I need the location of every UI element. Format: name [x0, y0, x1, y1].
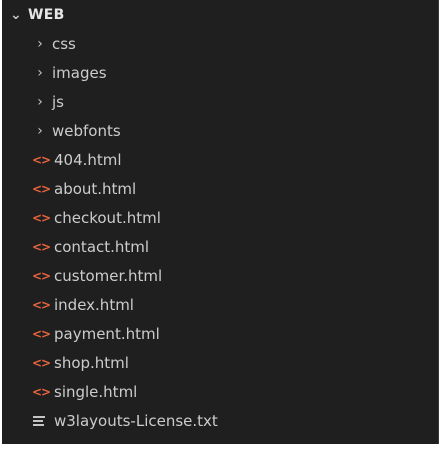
file-label: about.html: [54, 180, 137, 198]
folder-label: js: [52, 93, 64, 111]
explorer-root-label: WEB: [28, 7, 65, 23]
chevron-right-icon: ›: [37, 65, 43, 81]
html-file-icon: <>: [32, 269, 51, 283]
html-file-icon: <>: [32, 240, 51, 254]
file-customer-html[interactable]: <> customer.html: [2, 262, 438, 291]
file-label: single.html: [54, 383, 138, 401]
file-contact-html[interactable]: <> contact.html: [2, 233, 438, 262]
file-explorer: ⌄ WEB › css › images › js › webfonts <> 4…: [2, 0, 439, 444]
file-label: index.html: [54, 296, 134, 314]
html-file-icon: <>: [32, 327, 51, 341]
folder-js[interactable]: › js: [2, 88, 438, 117]
file-label: shop.html: [54, 354, 129, 372]
file-label: payment.html: [54, 325, 160, 343]
html-file-icon: <>: [32, 211, 51, 225]
folder-css[interactable]: › css: [2, 30, 438, 59]
file-label: checkout.html: [54, 209, 161, 227]
html-file-icon: <>: [32, 298, 51, 312]
file-index-html[interactable]: <> index.html: [2, 291, 438, 320]
file-single-html[interactable]: <> single.html: [2, 378, 438, 407]
folder-label: images: [52, 64, 107, 82]
file-label: contact.html: [54, 238, 150, 256]
html-file-icon: <>: [32, 153, 51, 167]
folder-images[interactable]: › images: [2, 59, 438, 88]
chevron-right-icon: ›: [37, 123, 43, 139]
file-payment-html[interactable]: <> payment.html: [2, 320, 438, 349]
file-about-html[interactable]: <> about.html: [2, 175, 438, 204]
folder-label: webfonts: [52, 122, 121, 140]
explorer-root-web[interactable]: ⌄ WEB: [2, 1, 438, 30]
file-404-html[interactable]: <> 404.html: [2, 146, 438, 175]
chevron-down-icon: ⌄: [9, 7, 23, 23]
file-label: 404.html: [54, 151, 122, 169]
html-file-icon: <>: [32, 385, 51, 399]
file-w3layouts-license-txt[interactable]: w3layouts-License.txt: [2, 407, 438, 436]
folder-label: css: [52, 35, 76, 53]
html-file-icon: <>: [32, 182, 51, 196]
chevron-right-icon: ›: [37, 36, 43, 52]
text-file-icon: [33, 416, 45, 427]
file-label: customer.html: [54, 267, 163, 285]
chevron-right-icon: ›: [37, 94, 43, 110]
file-label: w3layouts-License.txt: [54, 412, 218, 430]
folder-webfonts[interactable]: › webfonts: [2, 117, 438, 146]
html-file-icon: <>: [32, 356, 51, 370]
file-shop-html[interactable]: <> shop.html: [2, 349, 438, 378]
file-checkout-html[interactable]: <> checkout.html: [2, 204, 438, 233]
